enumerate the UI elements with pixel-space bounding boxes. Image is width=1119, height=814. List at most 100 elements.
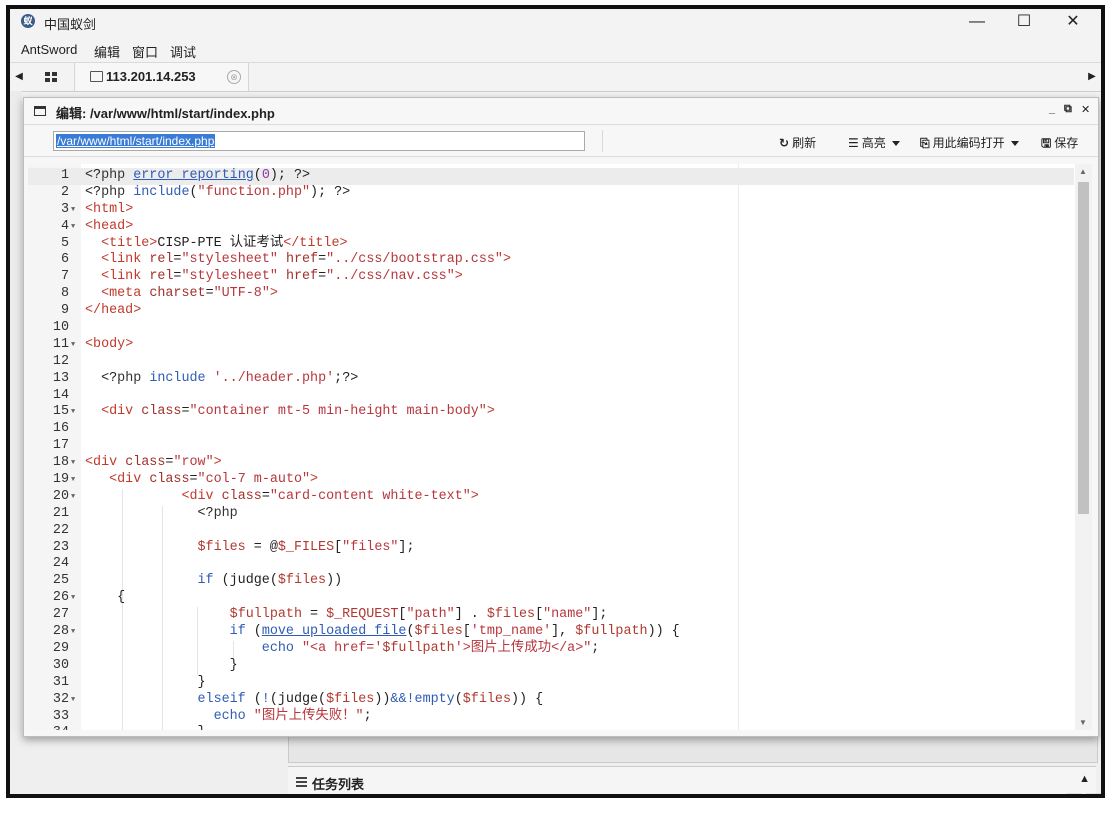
line-number: 30 <box>52 657 69 673</box>
code-text: $fullpath = $_REQUEST["path"] . $files["… <box>229 607 608 623</box>
fold-toggle-icon[interactable]: ▼ <box>71 624 75 641</box>
code-line[interactable]: 9 </head> <box>28 303 1092 320</box>
close-button[interactable]: ✕ <box>1050 9 1096 35</box>
fold-toggle-icon[interactable]: ▼ <box>71 219 75 236</box>
code-line[interactable]: 32 ▼ elseif (!(judge($files))&&!empty($fi… <box>28 691 1092 709</box>
tab-scroll-right-icon[interactable]: ▶ <box>1083 63 1101 91</box>
fold-toggle-icon[interactable]: ▼ <box>71 472 75 489</box>
tab-scroll-left-icon[interactable]: ◀ <box>10 63 28 91</box>
code-line[interactable]: 7 <link rel="stylesheet" href="../css/na… <box>28 269 1092 286</box>
code-line[interactable]: 23 $files = @$_FILES["files"]; <box>28 539 1092 557</box>
app-title: 中国蚁剑 <box>44 17 97 32</box>
code-line[interactable]: 30 } <box>28 657 1092 675</box>
code-text: <div class="col-7 m-auto"> <box>109 472 319 488</box>
vertical-scrollbar[interactable]: ▲ ▼ <box>1075 164 1092 730</box>
code-line[interactable]: 13 <?php include '../header.php';?> <box>28 371 1092 388</box>
fold-toggle-icon[interactable]: ▼ <box>71 590 75 607</box>
save-icon: 🖫 <box>1041 136 1052 150</box>
code-line[interactable]: 4 ▼ <head> <box>28 219 1092 236</box>
minimize-button[interactable]: — <box>954 9 1000 35</box>
editor-minimize-button[interactable]: _ <box>1049 103 1055 115</box>
tab-close-icon[interactable]: ⊗ <box>227 70 241 84</box>
code-line[interactable]: 21 <?php <box>28 505 1092 523</box>
code-line[interactable]: 17 <box>28 438 1092 455</box>
code-line[interactable]: 20 ▼ <div class="card-content white-text"… <box>28 488 1092 506</box>
line-number: 23 <box>52 539 69 555</box>
code-line[interactable]: 22 <box>28 522 1092 540</box>
code-line[interactable]: 16 <box>28 421 1092 438</box>
code-text: $files = @$_FILES["files"]; <box>197 539 415 555</box>
code-line[interactable]: 1 <?php error_reporting(0); ?> <box>28 168 1092 185</box>
refresh-button[interactable]: ↻ 刷新 <box>779 134 816 151</box>
menu-antsword[interactable]: AntSword <box>21 42 77 57</box>
code-line[interactable]: 27 $fullpath = $_REQUEST["path"] . $file… <box>28 607 1092 625</box>
fold-toggle-icon[interactable]: ▼ <box>71 404 75 421</box>
code-line[interactable]: 2 <?php include("function.php"); ?> <box>28 185 1092 202</box>
code-text: } <box>85 725 205 730</box>
open-with-encoding-dropdown[interactable]: ⎘ 用此编码打开 <box>920 134 1019 151</box>
antsword-logo-icon: 蚁 <box>21 14 35 28</box>
code-line[interactable]: 8 <meta charset="UTF-8"> <box>28 286 1092 303</box>
fold-toggle-icon[interactable]: ▼ <box>71 202 75 219</box>
fold-toggle-icon[interactable]: ▼ <box>71 455 75 472</box>
editor-close-button[interactable]: ✕ <box>1081 103 1090 116</box>
code-line[interactable]: 15 ▼ <div class="container mt-5 min-heigh… <box>28 404 1092 421</box>
code-text: <body> <box>85 336 134 352</box>
menu-debug[interactable]: 调试 <box>170 42 196 61</box>
line-number: 19 <box>52 472 69 488</box>
chevron-down-icon <box>891 141 900 147</box>
menu-window[interactable]: 窗口 <box>132 42 158 61</box>
scroll-down-icon[interactable]: ▼ <box>1079 718 1087 727</box>
code-line[interactable]: 19 ▼ <div class="col-7 m-auto"> <box>28 472 1092 489</box>
scroll-up-icon[interactable]: ▲ <box>1079 167 1087 176</box>
code-line[interactable]: 25 if (judge($files)) <box>28 573 1092 591</box>
code-line[interactable]: 29 echo "<a href='$fullpath'>图片上传成功</a>"… <box>28 640 1092 658</box>
tab-home[interactable] <box>28 63 75 91</box>
code-line[interactable]: 3 ▼ <html> <box>28 202 1092 219</box>
code-line[interactable]: 28 ▼ if (move_uploaded_file($files['tmp_n… <box>28 624 1092 641</box>
code-line[interactable]: 12 <box>28 354 1092 371</box>
code-line[interactable]: 6 <link rel="stylesheet" href="../css/bo… <box>28 252 1092 269</box>
menu-bar: AntSword 编辑 窗口 调试 <box>10 39 1101 61</box>
indent-guide <box>162 556 163 574</box>
code-line[interactable]: 31 } <box>28 674 1092 692</box>
editor-title-bar[interactable]: 编辑: /var/www/html/start/index.php _ ⧉ ✕ <box>24 98 1098 125</box>
code-text: <?php error_reporting(0); ?> <box>85 168 311 183</box>
line-number: 22 <box>52 522 69 538</box>
code-text: echo "<a href='$fullpath'>图片上传成功</a>"; <box>261 640 600 656</box>
path-input-value: /var/www/html/start/index.php <box>56 134 216 148</box>
tab-host[interactable]: 113.201.14.253 ⊗ <box>76 63 249 91</box>
chevron-up-icon[interactable]: ▲ <box>1079 773 1090 785</box>
code-text: <meta charset="UTF-8"> <box>101 286 278 302</box>
code-text: elseif (!(judge($files))&&!empty($files)… <box>197 691 544 707</box>
code-line[interactable]: 26 ▼ { <box>28 590 1092 608</box>
code-line[interactable]: 18 ▼ <div class="row"> <box>28 455 1092 472</box>
fold-toggle-icon[interactable]: ▼ <box>71 692 75 709</box>
fold-toggle-icon[interactable]: ▼ <box>71 489 75 506</box>
code-text: <div class="container mt-5 min-height ma… <box>101 404 495 420</box>
code-line[interactable]: 33 echo "图片上传失败！"; <box>28 708 1092 726</box>
line-number: 2 <box>60 184 69 200</box>
code-editor[interactable]: 1 <?php error_reporting(0); ?> 2 <?php incl… <box>28 164 1092 730</box>
fold-toggle-icon[interactable]: ▼ <box>71 337 75 354</box>
highlight-dropdown[interactable]: ☰ 高亮 <box>848 134 900 151</box>
code-line[interactable]: 5 <title>CISP-PTE 认证考试</title> <box>28 236 1092 253</box>
maximize-button[interactable]: ☐ <box>1001 9 1047 35</box>
code-line[interactable]: 11 ▼ <body> <box>28 337 1092 354</box>
code-line[interactable]: 34 } <box>28 725 1092 730</box>
code-line[interactable]: 10 <box>28 320 1092 337</box>
save-button[interactable]: 🖫 保存 <box>1041 134 1078 155</box>
indent-guide <box>122 522 123 540</box>
code-text: } <box>85 657 238 673</box>
path-input[interactable]: /var/www/html/start/index.php <box>53 131 585 151</box>
scrollbar-thumb[interactable] <box>1078 182 1089 514</box>
menu-edit[interactable]: 编辑 <box>94 42 120 61</box>
antsword-window: 蚁 中国蚁剑 — ☐ ✕ AntSword 编辑 窗口 调试 ◀ 113.201… <box>6 5 1105 798</box>
line-number: 28 <box>52 624 69 640</box>
line-number: 24 <box>52 556 69 572</box>
line-number: 8 <box>60 286 69 302</box>
code-line[interactable]: 14 <box>28 388 1092 405</box>
line-number: 11 <box>52 336 69 352</box>
code-line[interactable]: 24 <box>28 556 1092 574</box>
editor-restore-button[interactable]: ⧉ <box>1064 103 1072 116</box>
